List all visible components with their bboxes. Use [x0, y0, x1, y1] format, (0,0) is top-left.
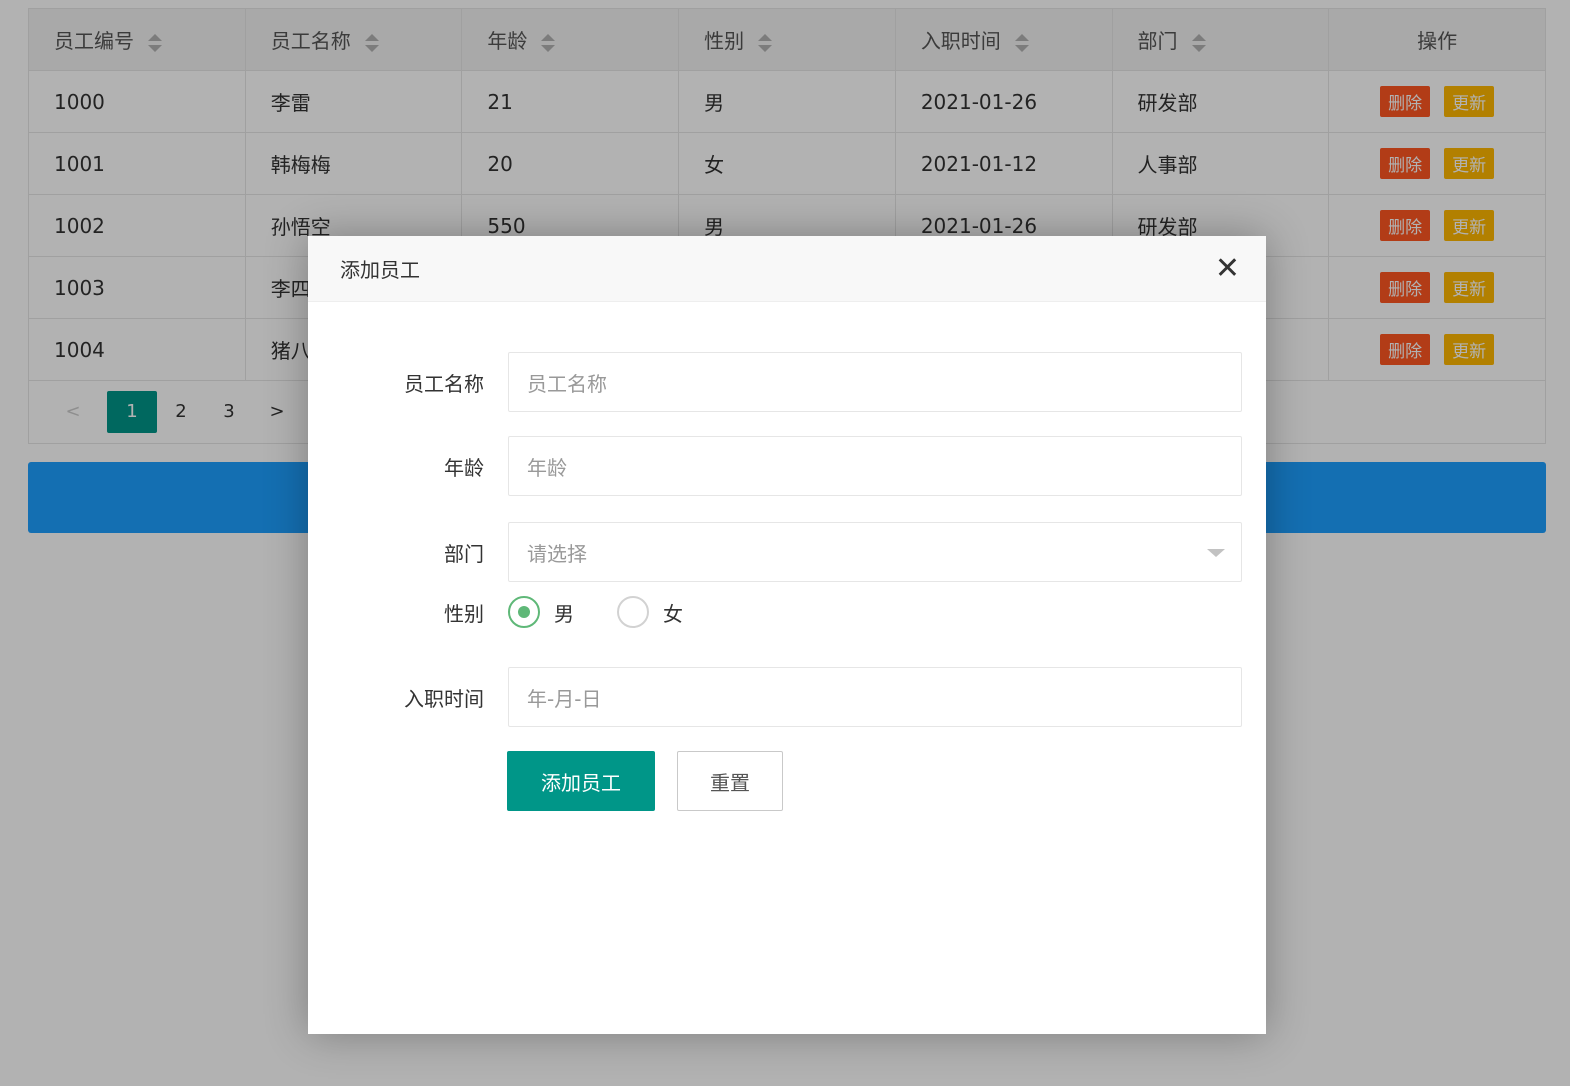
add-employee-dialog: 添加员工 ✕ 员工名称 员工名称 年龄 年龄 部门 请选择 性别 男 女 入职时… [308, 236, 1266, 1034]
close-icon[interactable]: ✕ [1215, 254, 1240, 284]
gender-row: 性别 男 女 [308, 596, 1266, 628]
age-label: 年龄 [444, 455, 484, 480]
date-label: 入职时间 [404, 686, 484, 711]
age-row: 年龄 年龄 [308, 436, 1266, 496]
dialog-title: 添加员工 [340, 258, 420, 282]
gender-male-radio[interactable]: 男 [508, 596, 574, 628]
radio-unchecked-icon [617, 596, 649, 628]
submit-button[interactable]: 添加员工 [507, 751, 655, 811]
chevron-down-icon [1207, 549, 1225, 557]
radio-label: 女 [663, 601, 683, 626]
radio-checked-icon [508, 596, 540, 628]
name-row: 员工名称 员工名称 [308, 352, 1266, 412]
name-label: 员工名称 [404, 371, 484, 396]
dialog-header: 添加员工 ✕ [308, 236, 1266, 302]
gender-female-radio[interactable]: 女 [617, 596, 683, 628]
dept-row: 部门 请选择 [308, 522, 1266, 582]
dept-select[interactable]: 请选择 [508, 522, 1242, 582]
age-input[interactable]: 年龄 [508, 436, 1242, 496]
dept-placeholder: 请选择 [527, 541, 587, 566]
gender-label: 性别 [444, 601, 484, 626]
dept-label: 部门 [444, 541, 484, 566]
radio-label: 男 [554, 601, 574, 626]
name-input[interactable]: 员工名称 [508, 352, 1242, 412]
reset-button[interactable]: 重置 [677, 751, 783, 811]
date-row: 入职时间 年-月-日 [308, 667, 1266, 727]
date-input[interactable]: 年-月-日 [508, 667, 1242, 727]
